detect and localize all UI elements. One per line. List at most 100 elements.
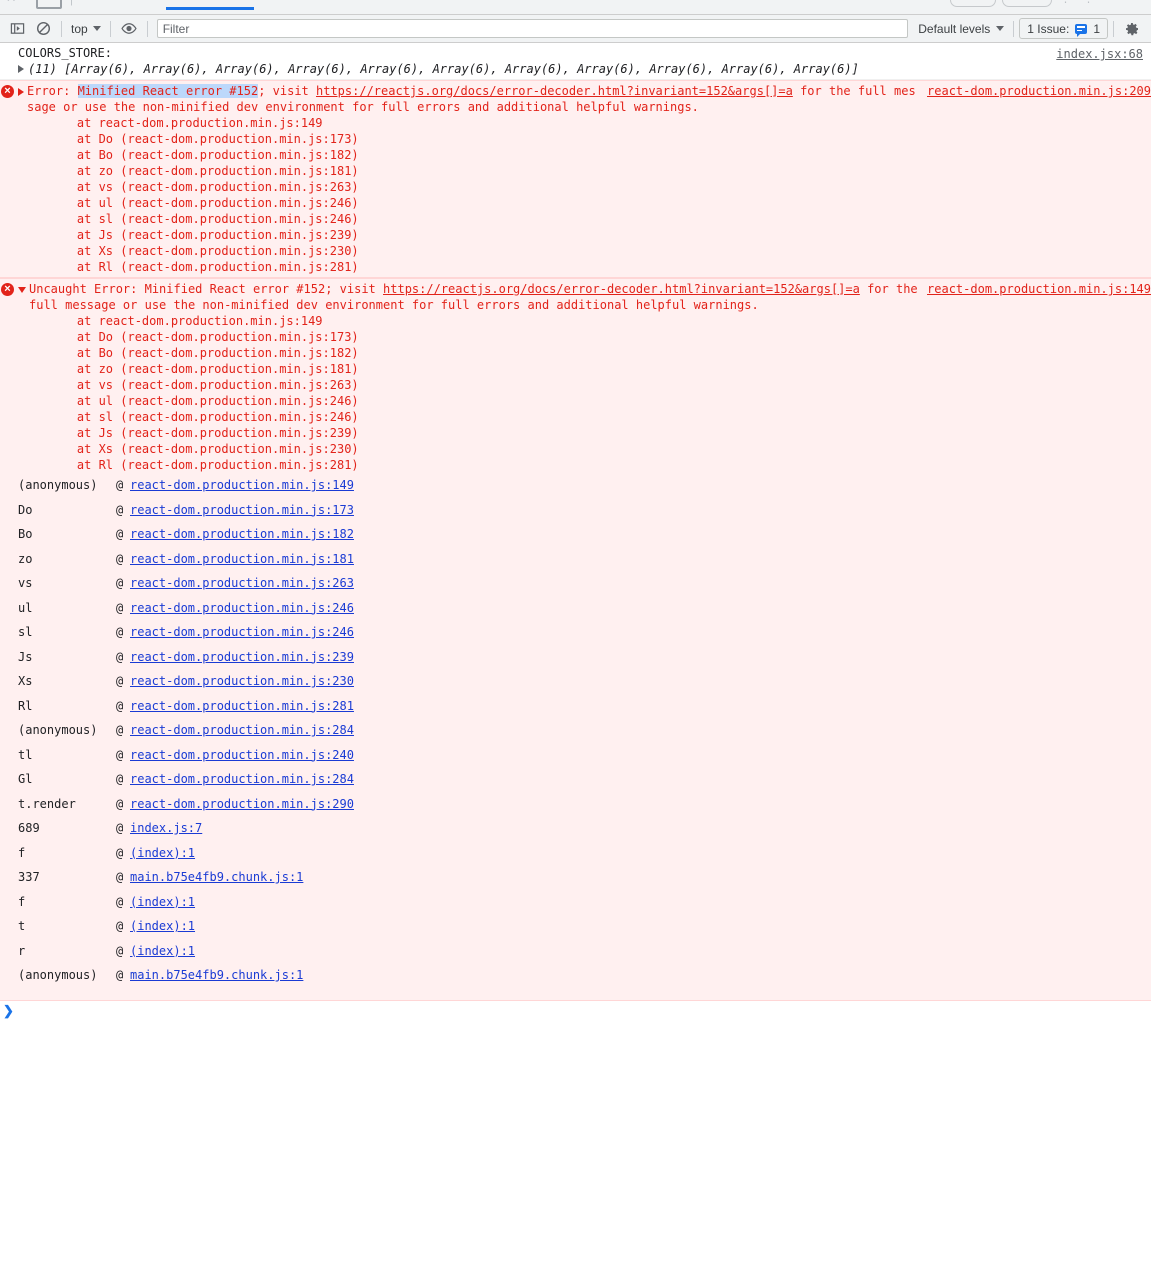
sidebar-toggle-icon[interactable]	[4, 16, 30, 42]
stack-frame-link[interactable]: react-dom.production.min.js:230	[130, 673, 354, 689]
stack-frame-link[interactable]: main.b75e4fb9.chunk.js:1	[130, 869, 303, 885]
stack-trace-line[interactable]: at Xs (react-dom.production.min.js:230)	[0, 243, 1151, 259]
stack-frame-link[interactable]: react-dom.production.min.js:284	[130, 722, 354, 738]
stack-trace-line[interactable]: at Xs (react-dom.production.min.js:230)	[0, 441, 1151, 457]
expand-triangle-icon[interactable]	[18, 88, 24, 96]
stack-trace-line[interactable]: at Rl (react-dom.production.min.js:281)	[0, 457, 1151, 473]
log-array-preview[interactable]: (11) [Array(6), Array(6), Array(6), Arra…	[0, 61, 1151, 77]
console-prompt[interactable]: ❯	[0, 1000, 1151, 1023]
stack-frame-row[interactable]: f @ (index):1	[0, 845, 1151, 870]
error-decoder-link[interactable]: https://reactjs.org/docs/error-decoder.h…	[316, 84, 742, 98]
stack-frame-link[interactable]: index.js:7	[130, 820, 202, 836]
stack-frame-row[interactable]: Xs @ react-dom.production.min.js:230	[0, 673, 1151, 698]
stack-trace-line[interactable]: at zo (react-dom.production.min.js:181)	[0, 163, 1151, 179]
expand-triangle-icon[interactable]	[18, 65, 24, 73]
stack-frame-link[interactable]: react-dom.production.min.js:263	[130, 575, 354, 591]
stack-frame-link[interactable]: react-dom.production.min.js:149	[130, 477, 354, 493]
console-error-message-expanded[interactable]: × react-dom.production.min.js:149 Uncaugh…	[0, 278, 1151, 1001]
stack-frame-row[interactable]: r @ (index):1	[0, 943, 1151, 968]
collapse-triangle-icon[interactable]	[18, 287, 26, 293]
stack-trace-line[interactable]: at zo (react-dom.production.min.js:181)	[0, 361, 1151, 377]
stack-frame-link[interactable]: (index):1	[130, 918, 195, 934]
stack-frame-at-symbol: @	[116, 478, 124, 492]
stack-frame-at-symbol: @	[116, 968, 124, 982]
stack-frame-row[interactable]: t @ (index):1	[0, 918, 1151, 943]
stack-frame-row[interactable]: Rl @ react-dom.production.min.js:281	[0, 698, 1151, 723]
stack-frame-row[interactable]: Do @ react-dom.production.min.js:173	[0, 502, 1151, 527]
stack-frame-at-symbol: @	[116, 845, 124, 860]
stack-frame-row[interactable]: vs @ react-dom.production.min.js:263	[0, 575, 1151, 600]
stack-frame-at-symbol: @	[116, 919, 124, 933]
stack-frame-link[interactable]: react-dom.production.min.js:290	[130, 796, 354, 812]
execution-context-selector[interactable]: top	[67, 19, 105, 39]
stack-frame-link[interactable]: react-dom.production.min.js:281	[130, 698, 354, 714]
stack-trace-line[interactable]: at vs (react-dom.production.min.js:263)	[0, 377, 1151, 393]
stack-frame-function: Do	[18, 502, 33, 517]
stack-frame-row[interactable]: Gl @ react-dom.production.min.js:284	[0, 771, 1151, 796]
stack-frame-link[interactable]: (index):1	[130, 943, 195, 959]
log-levels-selector[interactable]: Default levels	[914, 22, 1008, 36]
stack-trace-line[interactable]: at Js (react-dom.production.min.js:239)	[0, 425, 1151, 441]
stack-trace-line[interactable]: at Js (react-dom.production.min.js:239)	[0, 227, 1151, 243]
stack-frame-row[interactable]: sl @ react-dom.production.min.js:246	[0, 624, 1151, 649]
stack-frame-link[interactable]: react-dom.production.min.js:240	[130, 747, 354, 763]
error-source-link[interactable]: react-dom.production.min.js:209	[927, 83, 1151, 99]
gear-icon[interactable]	[1119, 16, 1145, 42]
error-header[interactable]: react-dom.production.min.js:149 Uncaught …	[0, 281, 1151, 313]
stack-frame-link[interactable]: react-dom.production.min.js:181	[130, 551, 354, 567]
execution-context-label: top	[71, 21, 88, 36]
stack-frame-row[interactable]: zo @ react-dom.production.min.js:181	[0, 551, 1151, 576]
stack-frame-link[interactable]: react-dom.production.min.js:284	[130, 771, 354, 787]
stack-trace-line[interactable]: at ul (react-dom.production.min.js:246)	[0, 393, 1151, 409]
stack-trace-line[interactable]: at Bo (react-dom.production.min.js:182)	[0, 147, 1151, 163]
stack-frame-link[interactable]: react-dom.production.min.js:239	[130, 649, 354, 665]
stack-trace-line[interactable]: at Do (react-dom.production.min.js:173)	[0, 131, 1151, 147]
stack-frame-function: 689	[18, 821, 40, 835]
stack-frame-link[interactable]: react-dom.production.min.js:173	[130, 502, 354, 518]
issues-button[interactable]: 1 Issue: 1	[1019, 18, 1108, 39]
stack-frame-row[interactable]: 689 @ index.js:7	[0, 820, 1151, 845]
stack-frame-link[interactable]: (index):1	[130, 845, 195, 861]
stack-trace-line[interactable]: at Bo (react-dom.production.min.js:182)	[0, 345, 1151, 361]
console-log-message[interactable]: index.jsx:68 COLORS_STORE: (11) [Array(6…	[0, 43, 1151, 80]
stack-frame-row[interactable]: (anonymous) @ main.b75e4fb9.chunk.js:1	[0, 967, 1151, 992]
stack-trace-line[interactable]: at vs (react-dom.production.min.js:263)	[0, 179, 1151, 195]
clear-console-icon[interactable]	[30, 16, 56, 42]
stack-trace-line[interactable]: at sl (react-dom.production.min.js:246)	[0, 409, 1151, 425]
error-header[interactable]: react-dom.production.min.js:209 Error: Mi…	[0, 83, 1151, 115]
stack-frame-row[interactable]: 337 @ main.b75e4fb9.chunk.js:1	[0, 869, 1151, 894]
stack-frame-row[interactable]: t.render @ react-dom.production.min.js:290	[0, 796, 1151, 821]
stack-frame-link[interactable]: main.b75e4fb9.chunk.js:1	[130, 967, 303, 983]
stack-trace-line[interactable]: at Rl (react-dom.production.min.js:281)	[0, 259, 1151, 275]
console-error-message-collapsed[interactable]: × react-dom.production.min.js:209 Error: …	[0, 80, 1151, 278]
stack-trace-line[interactable]: at Do (react-dom.production.min.js:173)	[0, 329, 1151, 345]
error-decoder-link-tail[interactable]: ant=152&args[]=a	[744, 282, 860, 296]
stack-frame-at-symbol: @	[116, 821, 124, 835]
stack-trace-line[interactable]: at react-dom.production.min.js:149	[0, 313, 1151, 329]
issues-label: 1 Issue:	[1027, 21, 1070, 36]
stack-frame-row[interactable]: ul @ react-dom.production.min.js:246	[0, 600, 1151, 625]
stack-frame-link[interactable]: react-dom.production.min.js:246	[130, 600, 354, 616]
stack-frame-list: (anonymous) @ react-dom.production.min.js:…	[0, 473, 1151, 998]
stack-frame-row[interactable]: (anonymous) @ react-dom.production.min.js:…	[0, 722, 1151, 747]
stack-frame-row[interactable]: (anonymous) @ react-dom.production.min.js:…	[0, 477, 1151, 502]
error-decoder-link[interactable]: https://reactjs.org/docs/error-decoder.h…	[383, 282, 744, 296]
filter-input[interactable]	[156, 19, 909, 38]
stack-frame-row[interactable]: tl @ react-dom.production.min.js:240	[0, 747, 1151, 772]
error-decoder-link-tail[interactable]: rgs[]=a	[742, 84, 793, 98]
eye-icon[interactable]	[116, 16, 142, 42]
stack-trace-line[interactable]: at sl (react-dom.production.min.js:246)	[0, 211, 1151, 227]
stack-frame-link[interactable]: react-dom.production.min.js:246	[130, 624, 354, 640]
stack-frame-row[interactable]: f @ (index):1	[0, 894, 1151, 919]
stack-frame-at-symbol: @	[116, 772, 124, 786]
stack-frame-link[interactable]: react-dom.production.min.js:182	[130, 526, 354, 542]
stack-frame-at-symbol: @	[116, 698, 124, 713]
devtools-tab-strip[interactable]: ‹› | ⋮⋮	[0, 0, 1151, 15]
stack-frame-row[interactable]: Js @ react-dom.production.min.js:239	[0, 649, 1151, 674]
log-source-link[interactable]: index.jsx:68	[1056, 46, 1143, 62]
stack-frame-link[interactable]: (index):1	[130, 894, 195, 910]
stack-frame-row[interactable]: Bo @ react-dom.production.min.js:182	[0, 526, 1151, 551]
stack-trace-line[interactable]: at ul (react-dom.production.min.js:246)	[0, 195, 1151, 211]
error-source-link[interactable]: react-dom.production.min.js:149	[927, 281, 1151, 297]
stack-trace-line[interactable]: at react-dom.production.min.js:149	[0, 115, 1151, 131]
